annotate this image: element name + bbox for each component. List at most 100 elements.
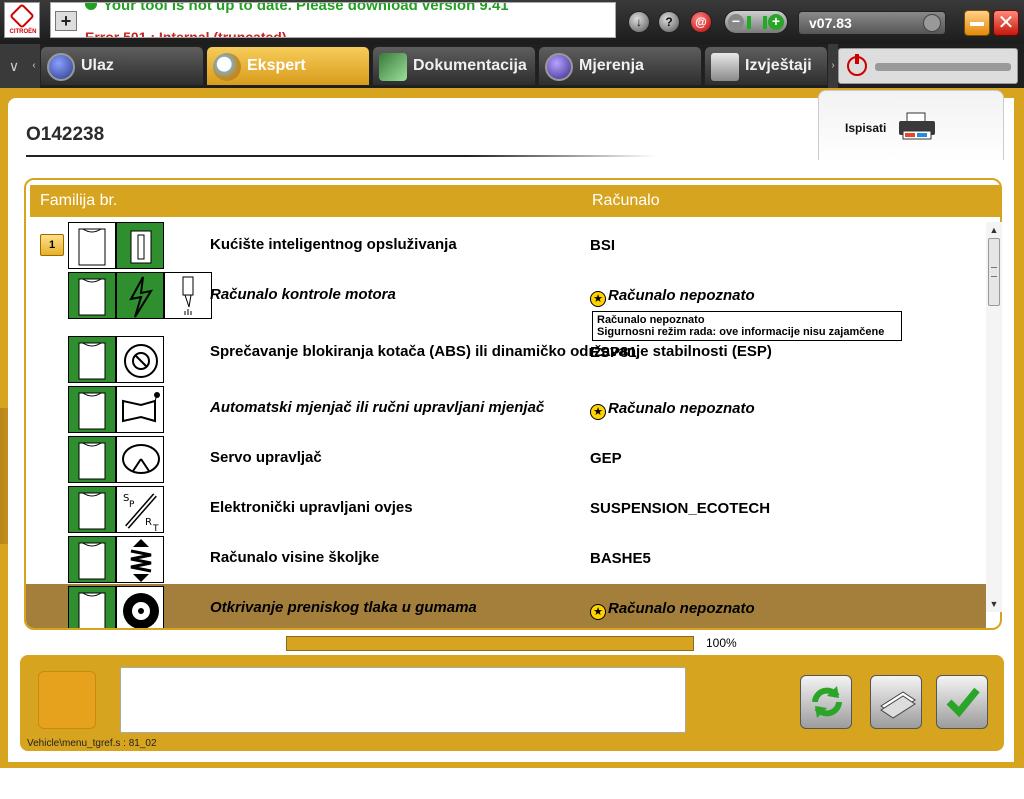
table-row[interactable]: Sprečavanje blokiranja kotača (ABS) ili … — [26, 334, 986, 384]
tooltip: Računalo nepoznato Sigurnosni režim rada… — [592, 311, 902, 341]
tab-label: Ulaz — [81, 57, 114, 74]
error-message: Error 501 : Internal (truncated) — [85, 29, 287, 38]
table-row-selected[interactable]: Otkrivanje preniskog tlaka u gumama ★ Rač… — [26, 584, 986, 628]
minimize-icon — [970, 22, 984, 26]
volume-control[interactable]: − + — [724, 10, 788, 34]
row-value: BASHE5 — [590, 550, 651, 567]
user-name-redacted — [875, 63, 1011, 71]
row-value: SUSPENSION_ECOTECH — [590, 500, 771, 517]
table-row[interactable]: 1 Kućište inteligentnog opsluživanja BSI — [26, 220, 986, 270]
tab-dokumentacija[interactable]: Dokumentacija — [372, 46, 536, 86]
row-icons — [68, 536, 164, 583]
star-icon: ★ — [590, 604, 606, 620]
table-row[interactable]: Računalo visine školjke BASHE5 — [26, 534, 986, 584]
tab-ekspert[interactable]: Ekspert — [206, 46, 370, 86]
row-label: Otkrivanje preniskog tlaka u gumama — [210, 599, 477, 616]
table-scrollbar[interactable]: ▲ ▼ — [986, 222, 1002, 612]
col-header-family[interactable]: Familija br. — [40, 192, 117, 210]
close-button[interactable]: ✕ — [993, 10, 1019, 36]
print-button[interactable]: Ispisati — [818, 90, 1004, 160]
tab-scroll-left-icon[interactable]: ‹ — [28, 44, 40, 88]
row-label: Elektronički upravljani ovjes — [210, 499, 413, 516]
tab-izvjestaji[interactable]: Izvještaji — [704, 46, 828, 86]
volume-level-icon — [747, 16, 767, 29]
status-square — [38, 671, 96, 729]
star-icon: ★ — [590, 404, 606, 420]
tab-label: Mjerenja — [579, 57, 644, 74]
print-report-button[interactable] — [870, 675, 922, 729]
ecu-table: Familija br. Računalo 1 Kućište intelige… — [24, 178, 1002, 630]
refresh-icon — [812, 686, 842, 718]
ecu-box-icon — [68, 586, 116, 628]
row-icons — [68, 586, 164, 628]
update-message: Your tool is not up to date. Please down… — [85, 2, 509, 14]
scroll-thumb[interactable] — [988, 238, 1000, 306]
progress-text: 100% — [706, 636, 737, 650]
fuse-icon — [116, 222, 164, 269]
version-indicator: v07.83 — [798, 11, 946, 35]
tab-scroll-right-icon[interactable]: › — [828, 44, 838, 88]
progress-bar — [286, 636, 694, 651]
chevron-down-icon[interactable]: ∨ — [0, 44, 28, 88]
citroen-logo: CITROËN — [4, 2, 40, 38]
version-knob-icon[interactable] — [923, 14, 941, 32]
ecu-box-icon — [68, 336, 116, 383]
session-user[interactable] — [838, 48, 1018, 84]
steering-wheel-icon — [116, 436, 164, 483]
row-value: GEP — [590, 450, 622, 467]
checkmark-icon — [946, 687, 980, 718]
scroll-down-icon[interactable]: ▼ — [986, 596, 1002, 612]
volume-up-icon[interactable]: + — [768, 14, 784, 30]
ecu-box-icon — [68, 272, 116, 319]
ecu-box-icon — [68, 222, 116, 269]
row-value: BSI — [590, 237, 616, 254]
row-value: ★ Računalo nepoznato — [590, 287, 755, 307]
col-header-computer[interactable]: Računalo — [592, 192, 660, 210]
row-label: Kućište inteligentnog opsluživanja — [210, 236, 457, 253]
row-label: Računalo visine školjke — [210, 549, 380, 566]
svg-text:P: P — [129, 500, 135, 510]
row-label: Računalo kontrole motora — [210, 286, 396, 303]
car-icon — [47, 53, 75, 81]
page-title: O142238 — [26, 124, 105, 145]
help-icon[interactable]: ? — [658, 11, 680, 33]
table-row[interactable]: SPRT Elektronički upravljani ovjes SUSPE… — [26, 484, 986, 534]
print-label: Ispisati — [845, 121, 887, 135]
spring-icon — [116, 536, 164, 583]
tab-bar: ∨ ‹ Ulaz Ekspert Dokumentacija Mjerenja … — [0, 44, 1024, 88]
paper-icon — [880, 691, 916, 719]
title-bar: CITROËN + Your tool is not up to date. P… — [0, 0, 1024, 44]
row-icons — [68, 386, 164, 433]
logo-text: CITROËN — [9, 29, 37, 35]
update-message-box: + Your tool is not up to date. Please do… — [50, 2, 616, 38]
svg-text:T: T — [152, 524, 159, 534]
ecu-box-icon — [68, 436, 116, 483]
table-row[interactable]: Servo upravljač GEP — [26, 434, 986, 484]
progress-fill — [287, 637, 693, 650]
confirm-button[interactable] — [936, 675, 988, 729]
minimize-button[interactable] — [964, 10, 990, 36]
waveform-icon — [545, 53, 573, 81]
volume-down-icon[interactable]: − — [728, 14, 744, 30]
tab-label: Ekspert — [247, 57, 306, 74]
email-icon[interactable]: @ — [690, 11, 712, 33]
report-icon — [711, 53, 739, 81]
download-icon[interactable]: ↓ — [628, 11, 650, 33]
logo-chevron-icon — [9, 3, 35, 29]
info-dot-icon — [85, 3, 97, 10]
table-row[interactable]: Automatski mjenjač ili ručni upravljani … — [26, 384, 986, 434]
row-value-text: Računalo nepoznato — [608, 600, 755, 617]
scroll-up-icon[interactable]: ▲ — [986, 222, 1002, 238]
tab-ulaz[interactable]: Ulaz — [40, 46, 204, 86]
power-icon[interactable] — [847, 54, 867, 76]
expand-messages-button[interactable]: + — [55, 11, 77, 31]
action-bar — [20, 655, 1004, 751]
row-icons — [68, 436, 164, 483]
update-message-text: Your tool is not up to date. Please down… — [103, 2, 509, 14]
row-value-text: Računalo nepoznato — [608, 400, 755, 417]
folder-icon[interactable]: 1 — [40, 234, 64, 256]
tab-mjerenja[interactable]: Mjerenja — [538, 46, 702, 86]
magnifier-icon — [213, 53, 241, 81]
refresh-button[interactable] — [800, 675, 852, 729]
row-value-text: Računalo nepoznato — [608, 287, 755, 304]
